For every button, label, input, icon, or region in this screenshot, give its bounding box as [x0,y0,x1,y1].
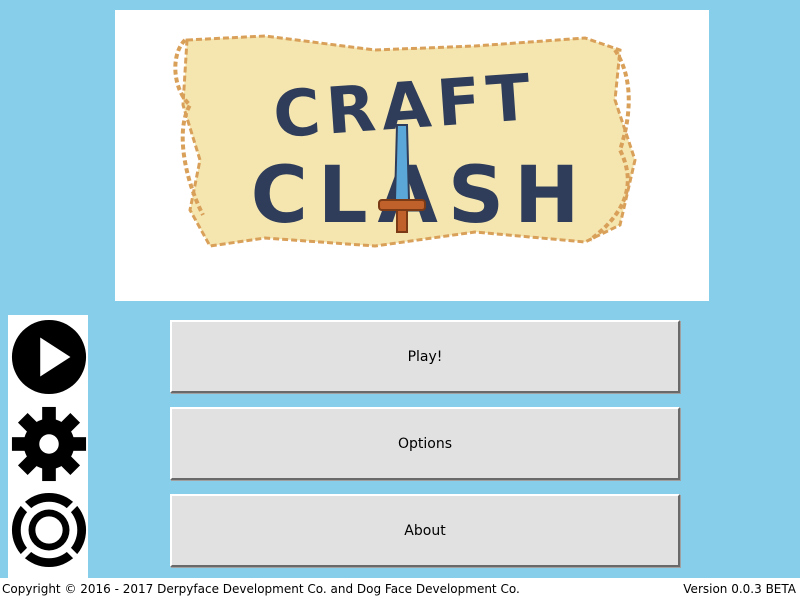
logo-scroll-image: CRAFT CLASH [173,34,637,248]
about-button-label: About [404,522,446,539]
version-label: Version 0.0.3 BETA [683,582,796,596]
options-button-label: Options [397,435,453,452]
about-button[interactable]: About [170,494,680,567]
play-button[interactable]: Play! [170,320,680,393]
play-button-label: Play! [407,348,443,365]
gear-icon[interactable] [10,405,88,483]
game-logo: CRAFT CLASH [115,10,709,301]
options-button[interactable]: Options [170,407,680,480]
icon-strip [8,315,88,578]
copyright-text: Copyright © 2016 - 2017 Derpyface Develo… [2,582,520,596]
footer-bar: Copyright © 2016 - 2017 Derpyface Develo… [0,578,800,600]
logo-title-line2: CLASH [251,151,590,241]
lifebuoy-icon[interactable] [10,491,88,569]
play-icon[interactable] [10,318,88,396]
